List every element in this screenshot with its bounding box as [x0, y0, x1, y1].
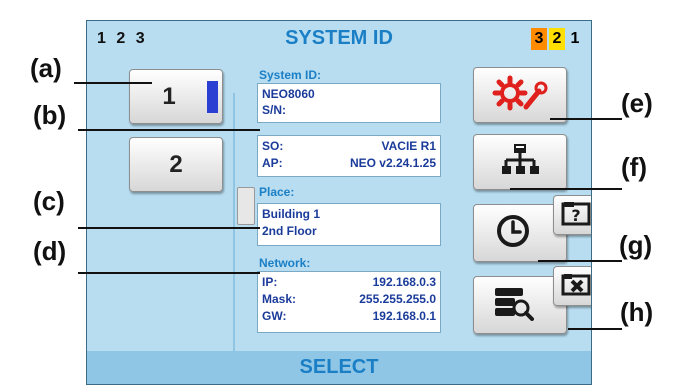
page-title: SYSTEM ID [285, 27, 393, 49]
clock-icon [496, 214, 530, 253]
channel-1-label: 1 [162, 82, 176, 110]
select-button[interactable]: SELECT [87, 351, 591, 384]
question-key-icon: ? [561, 200, 591, 231]
leader-line-c [78, 227, 260, 229]
device-screen: 1 2 3 SYSTEM ID 3 2 1 1 2 System ID: NEO… [86, 20, 592, 385]
gear-wrench-icon [492, 75, 548, 116]
leader-line-d [78, 272, 260, 274]
ap-value: NEO v2.24.1.25 [349, 156, 436, 170]
software-box: SO: VACIE R1 AP: NEO v2.24.1.25 [257, 135, 441, 177]
annotation-d: (d) [33, 236, 67, 266]
channel-1-active-indicator [207, 81, 218, 113]
network-label: Network: [259, 256, 311, 270]
annotation-b: (b) [33, 100, 67, 130]
annotation-e: (e) [621, 88, 653, 118]
place-box[interactable]: Building 1 2nd Floor [257, 203, 441, 246]
page-indicator-right: 3 2 1 [531, 28, 583, 50]
network-box[interactable]: IP: 192.168.0.3 Mask: 255.255.255.0 GW: 192… [257, 271, 441, 333]
gw-value: 192.168.0.1 [372, 309, 436, 323]
annotation-c: (c) [33, 186, 65, 216]
sn-label: S/N: [262, 103, 286, 117]
system-id-label: System ID: [259, 68, 322, 82]
mask-label: Mask: [262, 292, 297, 306]
annotation-a: (a) [30, 53, 62, 83]
mask-value: 255.255.255.0 [359, 292, 436, 306]
delete-key-icon [561, 272, 591, 301]
place-line-1: Building 1 [262, 207, 320, 221]
leader-line-f [510, 188, 622, 190]
leader-line-a [74, 82, 152, 84]
system-id-value: NEO8060 [262, 87, 315, 101]
delete-key-button[interactable] [553, 266, 591, 306]
annotation-f: (f) [621, 152, 647, 182]
system-id-box[interactable]: NEO8060 S/N: [257, 83, 441, 123]
svg-text:?: ? [571, 206, 580, 225]
ip-value: 192.168.0.3 [372, 275, 436, 289]
help-key-button[interactable]: ? [553, 195, 591, 235]
network-tree-icon [501, 143, 539, 182]
so-label: SO: [262, 139, 284, 153]
leader-line-e [550, 118, 622, 120]
so-value: VACIE R1 [381, 139, 436, 153]
ap-label: AP: [262, 156, 283, 170]
leader-line-h [568, 328, 622, 330]
leader-line-g [538, 260, 622, 262]
server-search-icon [494, 285, 534, 326]
channel-2-button[interactable]: 2 [129, 137, 223, 192]
network-button[interactable] [473, 134, 567, 190]
annotation-h: (h) [620, 297, 654, 327]
page-1-indicator: 1 [570, 30, 580, 47]
settings-button[interactable] [473, 67, 567, 123]
select-label: SELECT [299, 356, 379, 378]
channel-2-label: 2 [169, 150, 183, 178]
page-2-indicator: 2 [549, 28, 565, 50]
scroll-handle[interactable] [237, 187, 255, 225]
place-line-2: 2nd Floor [262, 224, 317, 238]
leader-line-b [78, 129, 260, 131]
gw-label: GW: [262, 309, 287, 323]
page-3-indicator: 3 [531, 28, 547, 50]
place-label: Place: [259, 185, 295, 199]
ip-label: IP: [262, 275, 278, 289]
annotation-g: (g) [619, 230, 653, 260]
